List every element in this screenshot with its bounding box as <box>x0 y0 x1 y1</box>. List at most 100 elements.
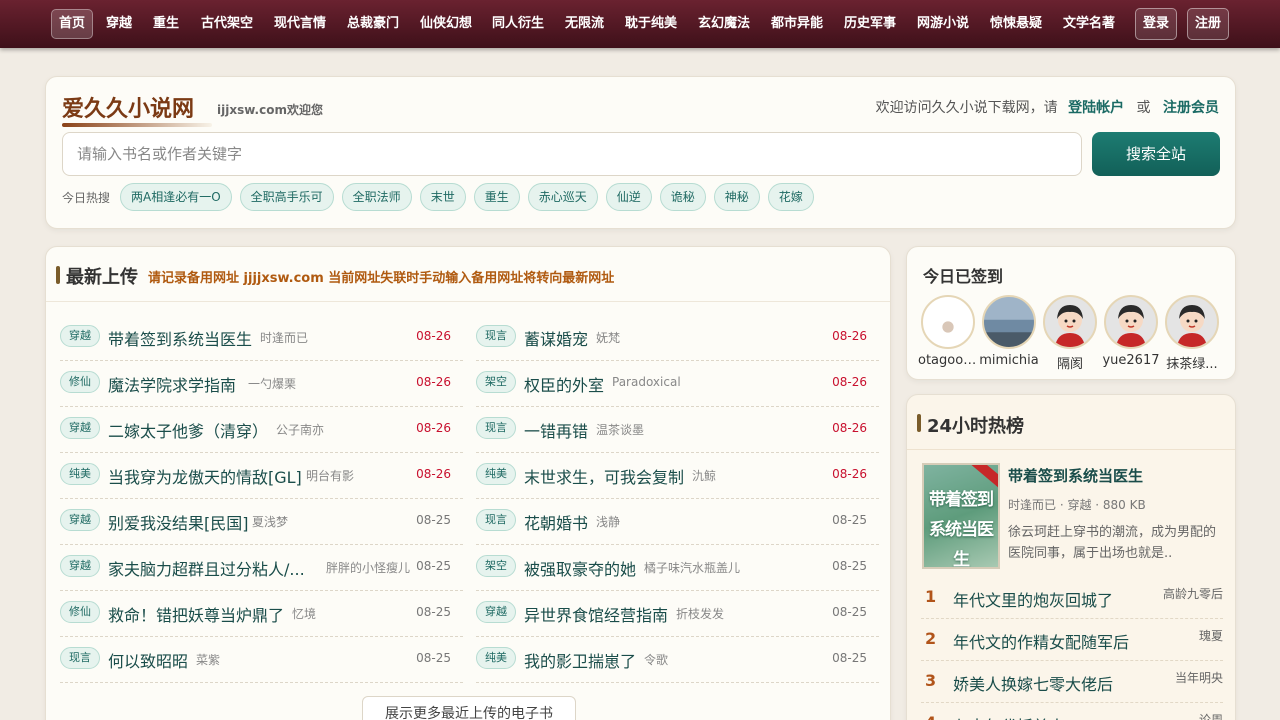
nav-item[interactable]: 都市异能 <box>764 9 830 39</box>
register-member-link[interactable]: 注册会员 <box>1163 100 1219 116</box>
nav-item[interactable]: 首页 <box>51 9 94 39</box>
site-title[interactable]: 爱久久小说网 <box>62 91 194 123</box>
book-title-link[interactable]: 带着签到系统当医生 <box>108 326 252 350</box>
rank-book-title[interactable]: 年代文里的炮灰回城了 <box>953 587 1113 611</box>
category-tag[interactable]: 穿越 <box>60 325 100 347</box>
nav-item[interactable]: 现代言情 <box>267 9 333 39</box>
rank-book-title[interactable]: 七十年代恬美人 <box>953 713 1065 720</box>
book-title-link[interactable]: 权臣的外室 <box>524 372 604 396</box>
nav-item[interactable]: 惊悚悬疑 <box>983 9 1049 39</box>
rank-number: 3 <box>925 671 937 690</box>
rank-book-title[interactable]: 娇美人换嫁七零大佬后 <box>953 671 1113 695</box>
nav-item[interactable]: 古代架空 <box>194 9 260 39</box>
book-title-link[interactable]: 家夫脑力超群且过分粘人/... <box>108 556 305 580</box>
book-author: 菜紫 <box>196 653 221 667</box>
nav-item[interactable]: 同人衍生 <box>485 9 551 39</box>
book-title-link[interactable]: 当我穿为龙傲天的情敌[GL] <box>108 464 302 488</box>
upload-date: 08-26 <box>416 329 451 343</box>
hot-search-tag[interactable]: 重生 <box>473 183 520 211</box>
login-account-link[interactable]: 登陆帐户 <box>1068 100 1124 116</box>
signin-user[interactable]: 抹茶绿... <box>1165 295 1219 372</box>
show-more-button[interactable]: 展示更多最近上传的电子书 <box>362 696 576 720</box>
category-tag[interactable]: 纯美 <box>476 463 516 485</box>
login-button[interactable]: 登录 <box>1135 8 1177 40</box>
welcome-text: 欢迎访问久久小说下载网，请 登陆帐户 或 注册会员 <box>876 97 1219 117</box>
book-title-link[interactable]: 别爱我没结果[民国] <box>108 510 249 534</box>
featured-book-cover[interactable]: 带着签到系统当医生 <box>922 463 1000 569</box>
nav-item[interactable]: 耽于纯美 <box>618 9 684 39</box>
upload-date: 08-25 <box>832 651 867 665</box>
nav-item[interactable]: 仙侠幻想 <box>413 9 479 39</box>
book-author: 夏浅梦 <box>252 515 289 529</box>
rank-book-title[interactable]: 年代文的作精女配随军后 <box>953 629 1129 653</box>
nav-item[interactable]: 网游小说 <box>910 9 976 39</box>
nav-item[interactable]: 总裁豪门 <box>340 9 406 39</box>
nav-item[interactable]: 无限流 <box>558 9 611 39</box>
latest-list-right: 现言 蓄谋婚宠 妩梵 08-26 架空 权臣的外室 Paradoxical 08-26 现言 一错… <box>476 315 879 683</box>
book-author: 胖胖的小怪瘦儿 <box>326 561 411 575</box>
book-title-link[interactable]: 蓄谋婚宠 <box>524 326 588 350</box>
category-tag[interactable]: 现言 <box>476 325 516 347</box>
hot-search-tag[interactable]: 花嫁 <box>767 183 814 211</box>
book-row: 修仙 救命！错把妖尊当炉鼎了 忆境 08-25 <box>60 591 463 637</box>
category-tag[interactable]: 现言 <box>476 509 516 531</box>
cover-text: 带着签到系统当医生 <box>929 490 994 569</box>
signin-user[interactable]: otagoo96 <box>918 295 978 372</box>
book-title-link[interactable]: 末世求生，可我会复制 <box>524 464 684 488</box>
category-tag[interactable]: 修仙 <box>60 601 100 623</box>
category-tag[interactable]: 纯美 <box>60 463 100 485</box>
book-title-link[interactable]: 一错再错 <box>524 418 588 442</box>
nav-item[interactable]: 历史军事 <box>837 9 903 39</box>
signin-user[interactable]: 隔阂 <box>1043 295 1097 372</box>
category-tag[interactable]: 修仙 <box>60 371 100 393</box>
category-tag[interactable]: 现言 <box>60 647 100 669</box>
signin-username: yue2617 <box>1102 353 1160 368</box>
nav-item[interactable]: 文学名著 <box>1056 9 1122 39</box>
hot-search-tag[interactable]: 仙逆 <box>605 183 652 211</box>
avatar[interactable] <box>1165 295 1219 349</box>
featured-book-title[interactable]: 带着签到系统当医生 <box>1008 465 1143 486</box>
book-title-link[interactable]: 我的影卫揣崽了 <box>524 648 636 672</box>
hot-search-tag[interactable]: 赤心巡天 <box>527 183 598 211</box>
avatar[interactable] <box>1043 295 1097 349</box>
book-title-link[interactable]: 被强取豪夺的她 <box>524 556 636 580</box>
book-title-link[interactable]: 二嫁太子他爹（清穿） <box>108 418 268 442</box>
search-button[interactable]: 搜索全站 <box>1092 132 1220 176</box>
hot-search-tag[interactable]: 神秘 <box>713 183 760 211</box>
book-title-link[interactable]: 救命！错把妖尊当炉鼎了 <box>108 602 284 626</box>
book-author: 令歌 <box>644 653 669 667</box>
upload-date: 08-25 <box>416 651 451 665</box>
book-title-link[interactable]: 异世界食馆经营指南 <box>524 602 668 626</box>
avatar[interactable] <box>921 295 975 349</box>
category-tag[interactable]: 穿越 <box>60 417 100 439</box>
register-button[interactable]: 注册 <box>1187 8 1229 40</box>
rank-row: 4 七十年代恬美人 论周 <box>921 703 1223 720</box>
signin-username: 隔阂 <box>1056 357 1083 372</box>
category-tag[interactable]: 穿越 <box>476 601 516 623</box>
hot-search-tag[interactable]: 末世 <box>419 183 466 211</box>
category-tag[interactable]: 穿越 <box>60 555 100 577</box>
book-title-link[interactable]: 魔法学院求学指南 <box>108 372 236 396</box>
category-tag[interactable]: 架空 <box>476 555 516 577</box>
signin-username: mimichia <box>979 353 1039 368</box>
category-tag[interactable]: 纯美 <box>476 647 516 669</box>
avatar[interactable] <box>1104 295 1158 349</box>
hot-search-tag[interactable]: 诡秘 <box>659 183 706 211</box>
signin-user[interactable]: yue2617 <box>1102 295 1160 372</box>
nav-item[interactable]: 穿越 <box>99 9 139 39</box>
category-tag[interactable]: 穿越 <box>60 509 100 531</box>
search-input[interactable] <box>62 132 1082 176</box>
hot-search-tag[interactable]: 全职法师 <box>341 183 412 211</box>
featured-book-desc: 徐云珂赶上穿书的潮流，成为男配的医院同事，属于出场也就是.. <box>1008 525 1217 561</box>
hot-search-tag[interactable]: 全职高手乐可 <box>239 183 334 211</box>
category-tag[interactable]: 现言 <box>476 417 516 439</box>
nav-item[interactable]: 玄幻魔法 <box>691 9 757 39</box>
hot-search-label: 今日热搜 <box>62 191 111 205</box>
avatar[interactable] <box>982 295 1036 349</box>
book-title-link[interactable]: 花朝婚书 <box>524 510 588 534</box>
book-title-link[interactable]: 何以致昭昭 <box>108 648 188 672</box>
signin-user[interactable]: mimichia <box>979 295 1039 372</box>
hot-search-tag[interactable]: 两A相逢必有一O <box>120 183 232 211</box>
nav-item[interactable]: 重生 <box>146 9 186 39</box>
category-tag[interactable]: 架空 <box>476 371 516 393</box>
